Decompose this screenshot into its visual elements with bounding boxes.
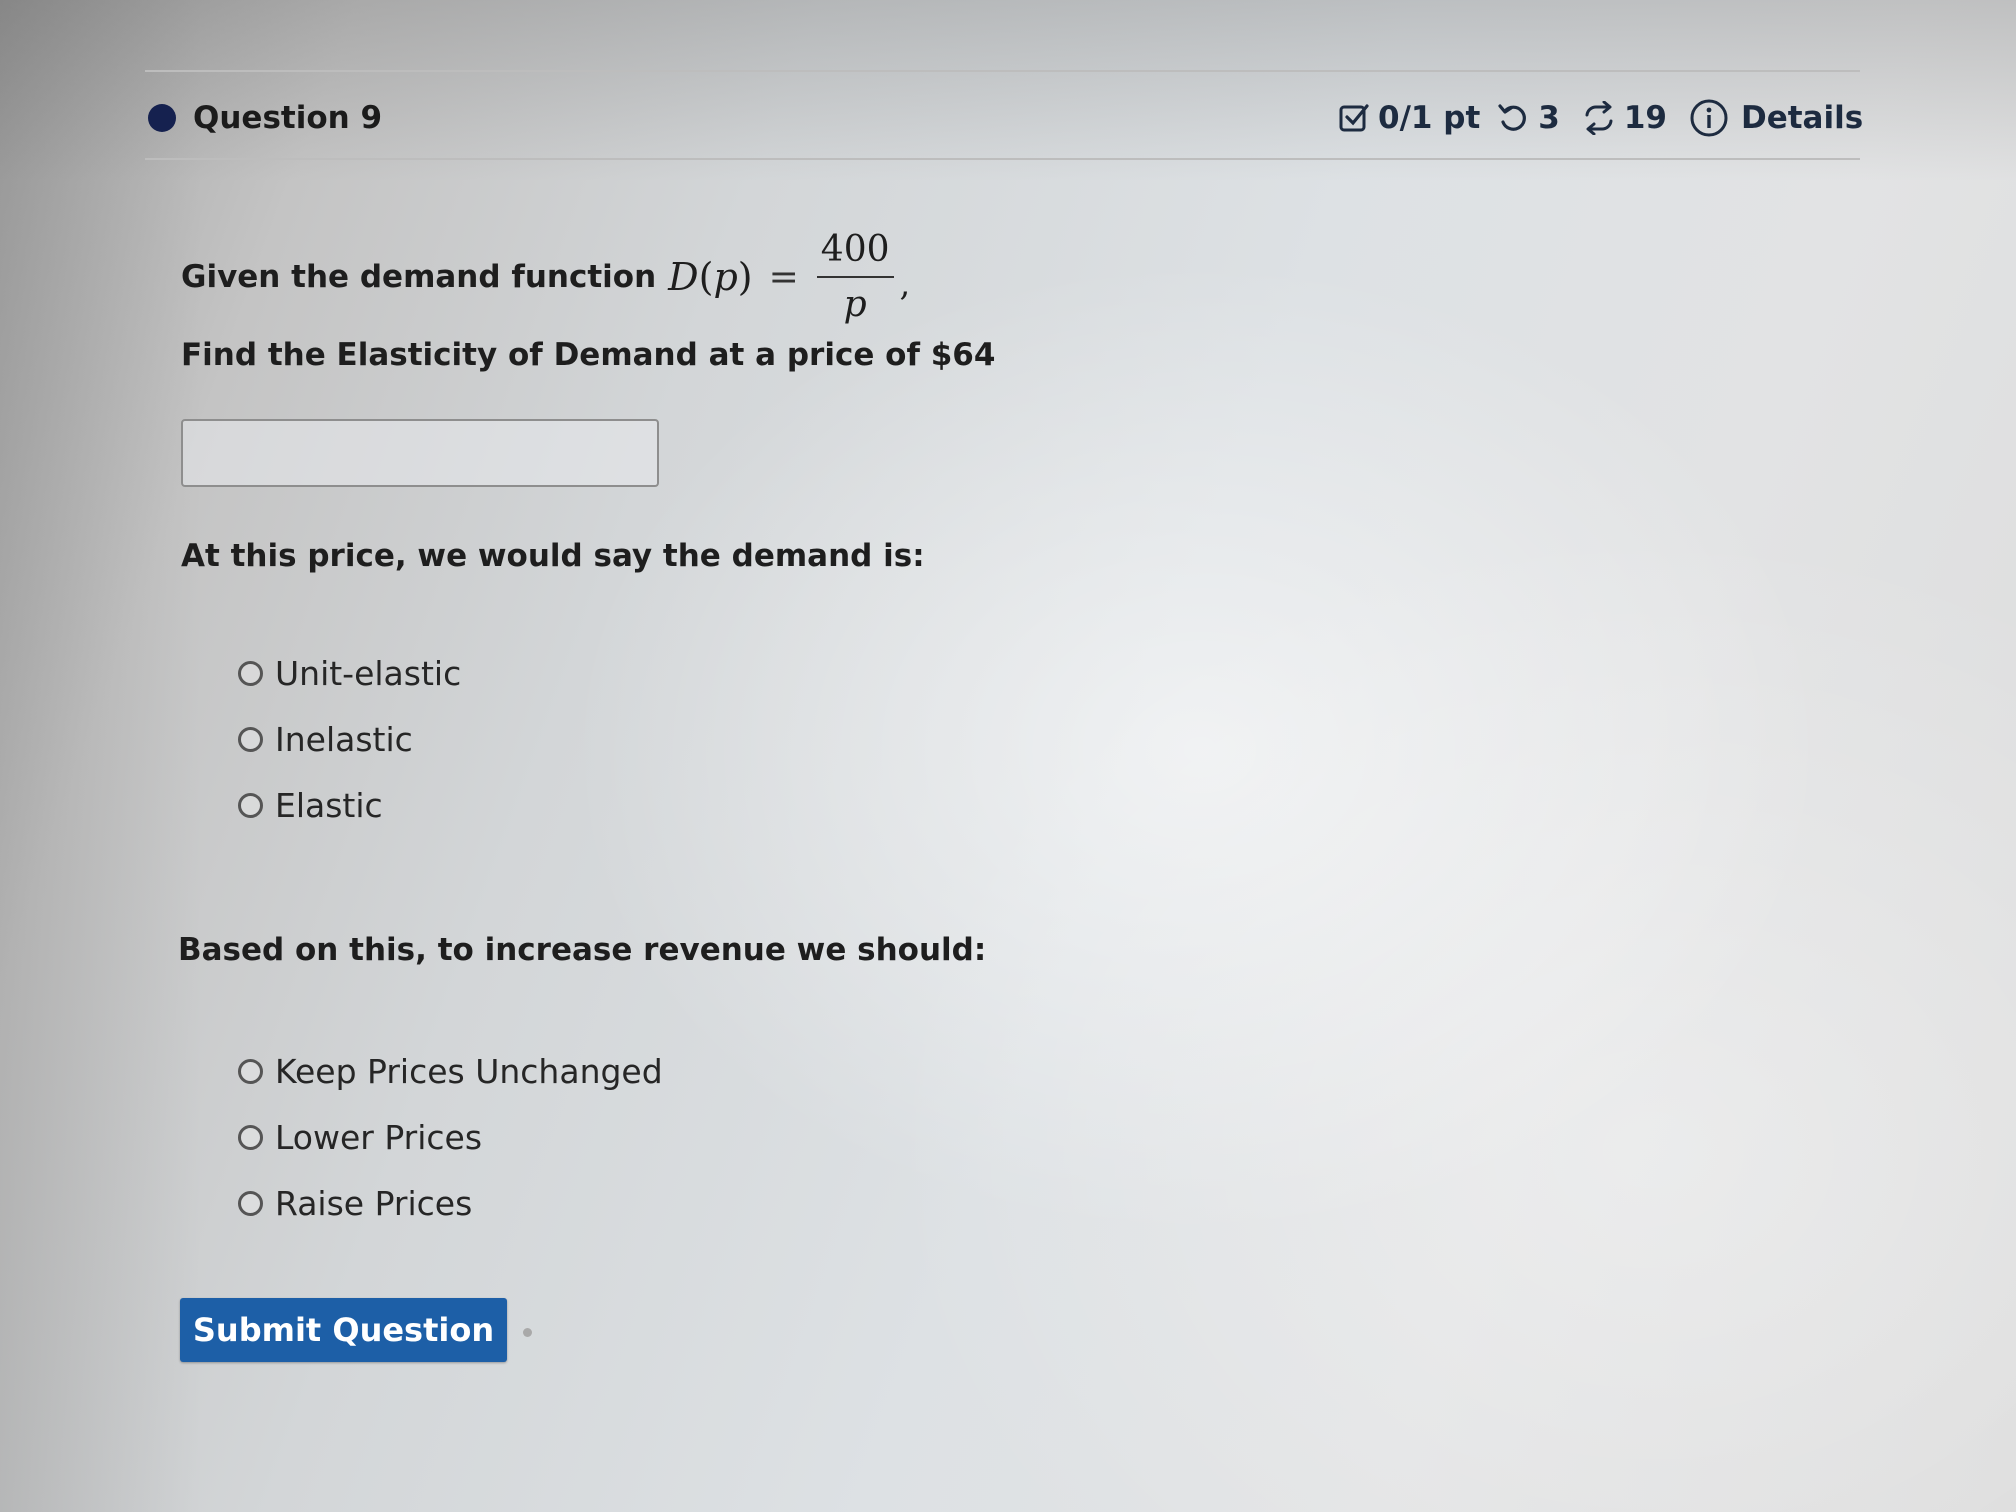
radio-button[interactable]	[238, 1058, 263, 1084]
details-label: Details	[1740, 100, 1864, 136]
versions-count: 19	[1623, 100, 1667, 136]
question-meta: 0/1 pt 3 19 Details	[1338, 98, 1863, 138]
question-title: Question 9	[193, 100, 383, 136]
option-label: Keep Prices Unchanged	[275, 1051, 663, 1091]
attempts-indicator: 3	[1496, 100, 1560, 136]
question-intro: Given the demand function D(p) = 400 p ,	[181, 229, 910, 325]
function-lhs: D(p)	[668, 255, 753, 299]
question-header: Question 9	[148, 100, 382, 136]
header-divider	[145, 158, 1860, 160]
option-inelastic[interactable]: Inelastic	[238, 706, 461, 772]
demand-prompt: At this price, we would say the demand i…	[181, 538, 925, 574]
radio-button[interactable]	[238, 1190, 263, 1216]
radio-button[interactable]	[238, 660, 263, 686]
option-raise-prices[interactable]: Raise Prices	[238, 1170, 663, 1236]
option-label: Unit-elastic	[275, 653, 462, 693]
versions-icon	[1582, 101, 1616, 135]
radio-button[interactable]	[238, 726, 263, 752]
status-dot-icon	[148, 104, 176, 132]
demand-fraction: 400 p	[816, 229, 894, 325]
revenue-options: Keep Prices Unchanged Lower Prices Raise…	[238, 1038, 663, 1236]
radio-button[interactable]	[238, 1124, 263, 1150]
revenue-prompt: Based on this, to increase revenue we sh…	[178, 932, 987, 968]
attempts-count: 3	[1538, 100, 1560, 136]
score-indicator: 0/1 pt	[1338, 100, 1480, 136]
option-lower-prices[interactable]: Lower Prices	[238, 1104, 663, 1170]
versions-indicator: 19	[1582, 100, 1667, 136]
equals-sign: =	[768, 256, 799, 298]
option-elastic[interactable]: Elastic	[238, 772, 461, 838]
demand-options: Unit-elastic Inelastic Elastic	[238, 640, 461, 838]
score-check-icon	[1338, 102, 1370, 134]
trailing-comma: ,	[899, 264, 911, 304]
fraction-numerator: 400	[816, 229, 894, 278]
radio-button[interactable]	[238, 792, 263, 818]
top-divider	[145, 70, 1860, 72]
option-label: Lower Prices	[275, 1117, 483, 1157]
option-keep-prices-unchanged[interactable]: Keep Prices Unchanged	[238, 1038, 663, 1104]
details-button[interactable]: Details	[1689, 98, 1863, 138]
option-label: Inelastic	[275, 719, 413, 759]
elasticity-answer-input[interactable]	[181, 419, 659, 487]
option-unit-elastic[interactable]: Unit-elastic	[238, 640, 461, 706]
option-label: Raise Prices	[275, 1183, 473, 1223]
loading-indicator-icon	[523, 1328, 532, 1337]
option-label: Elastic	[275, 785, 383, 825]
find-prompt: Find the Elasticity of Demand at a price…	[181, 337, 996, 373]
intro-text: Given the demand function	[181, 259, 657, 295]
fraction-denominator: p	[843, 284, 867, 325]
retry-icon	[1496, 102, 1530, 134]
info-icon	[1689, 98, 1729, 138]
score-text: 0/1 pt	[1378, 100, 1481, 136]
submit-question-button[interactable]: Submit Question	[180, 1298, 507, 1362]
